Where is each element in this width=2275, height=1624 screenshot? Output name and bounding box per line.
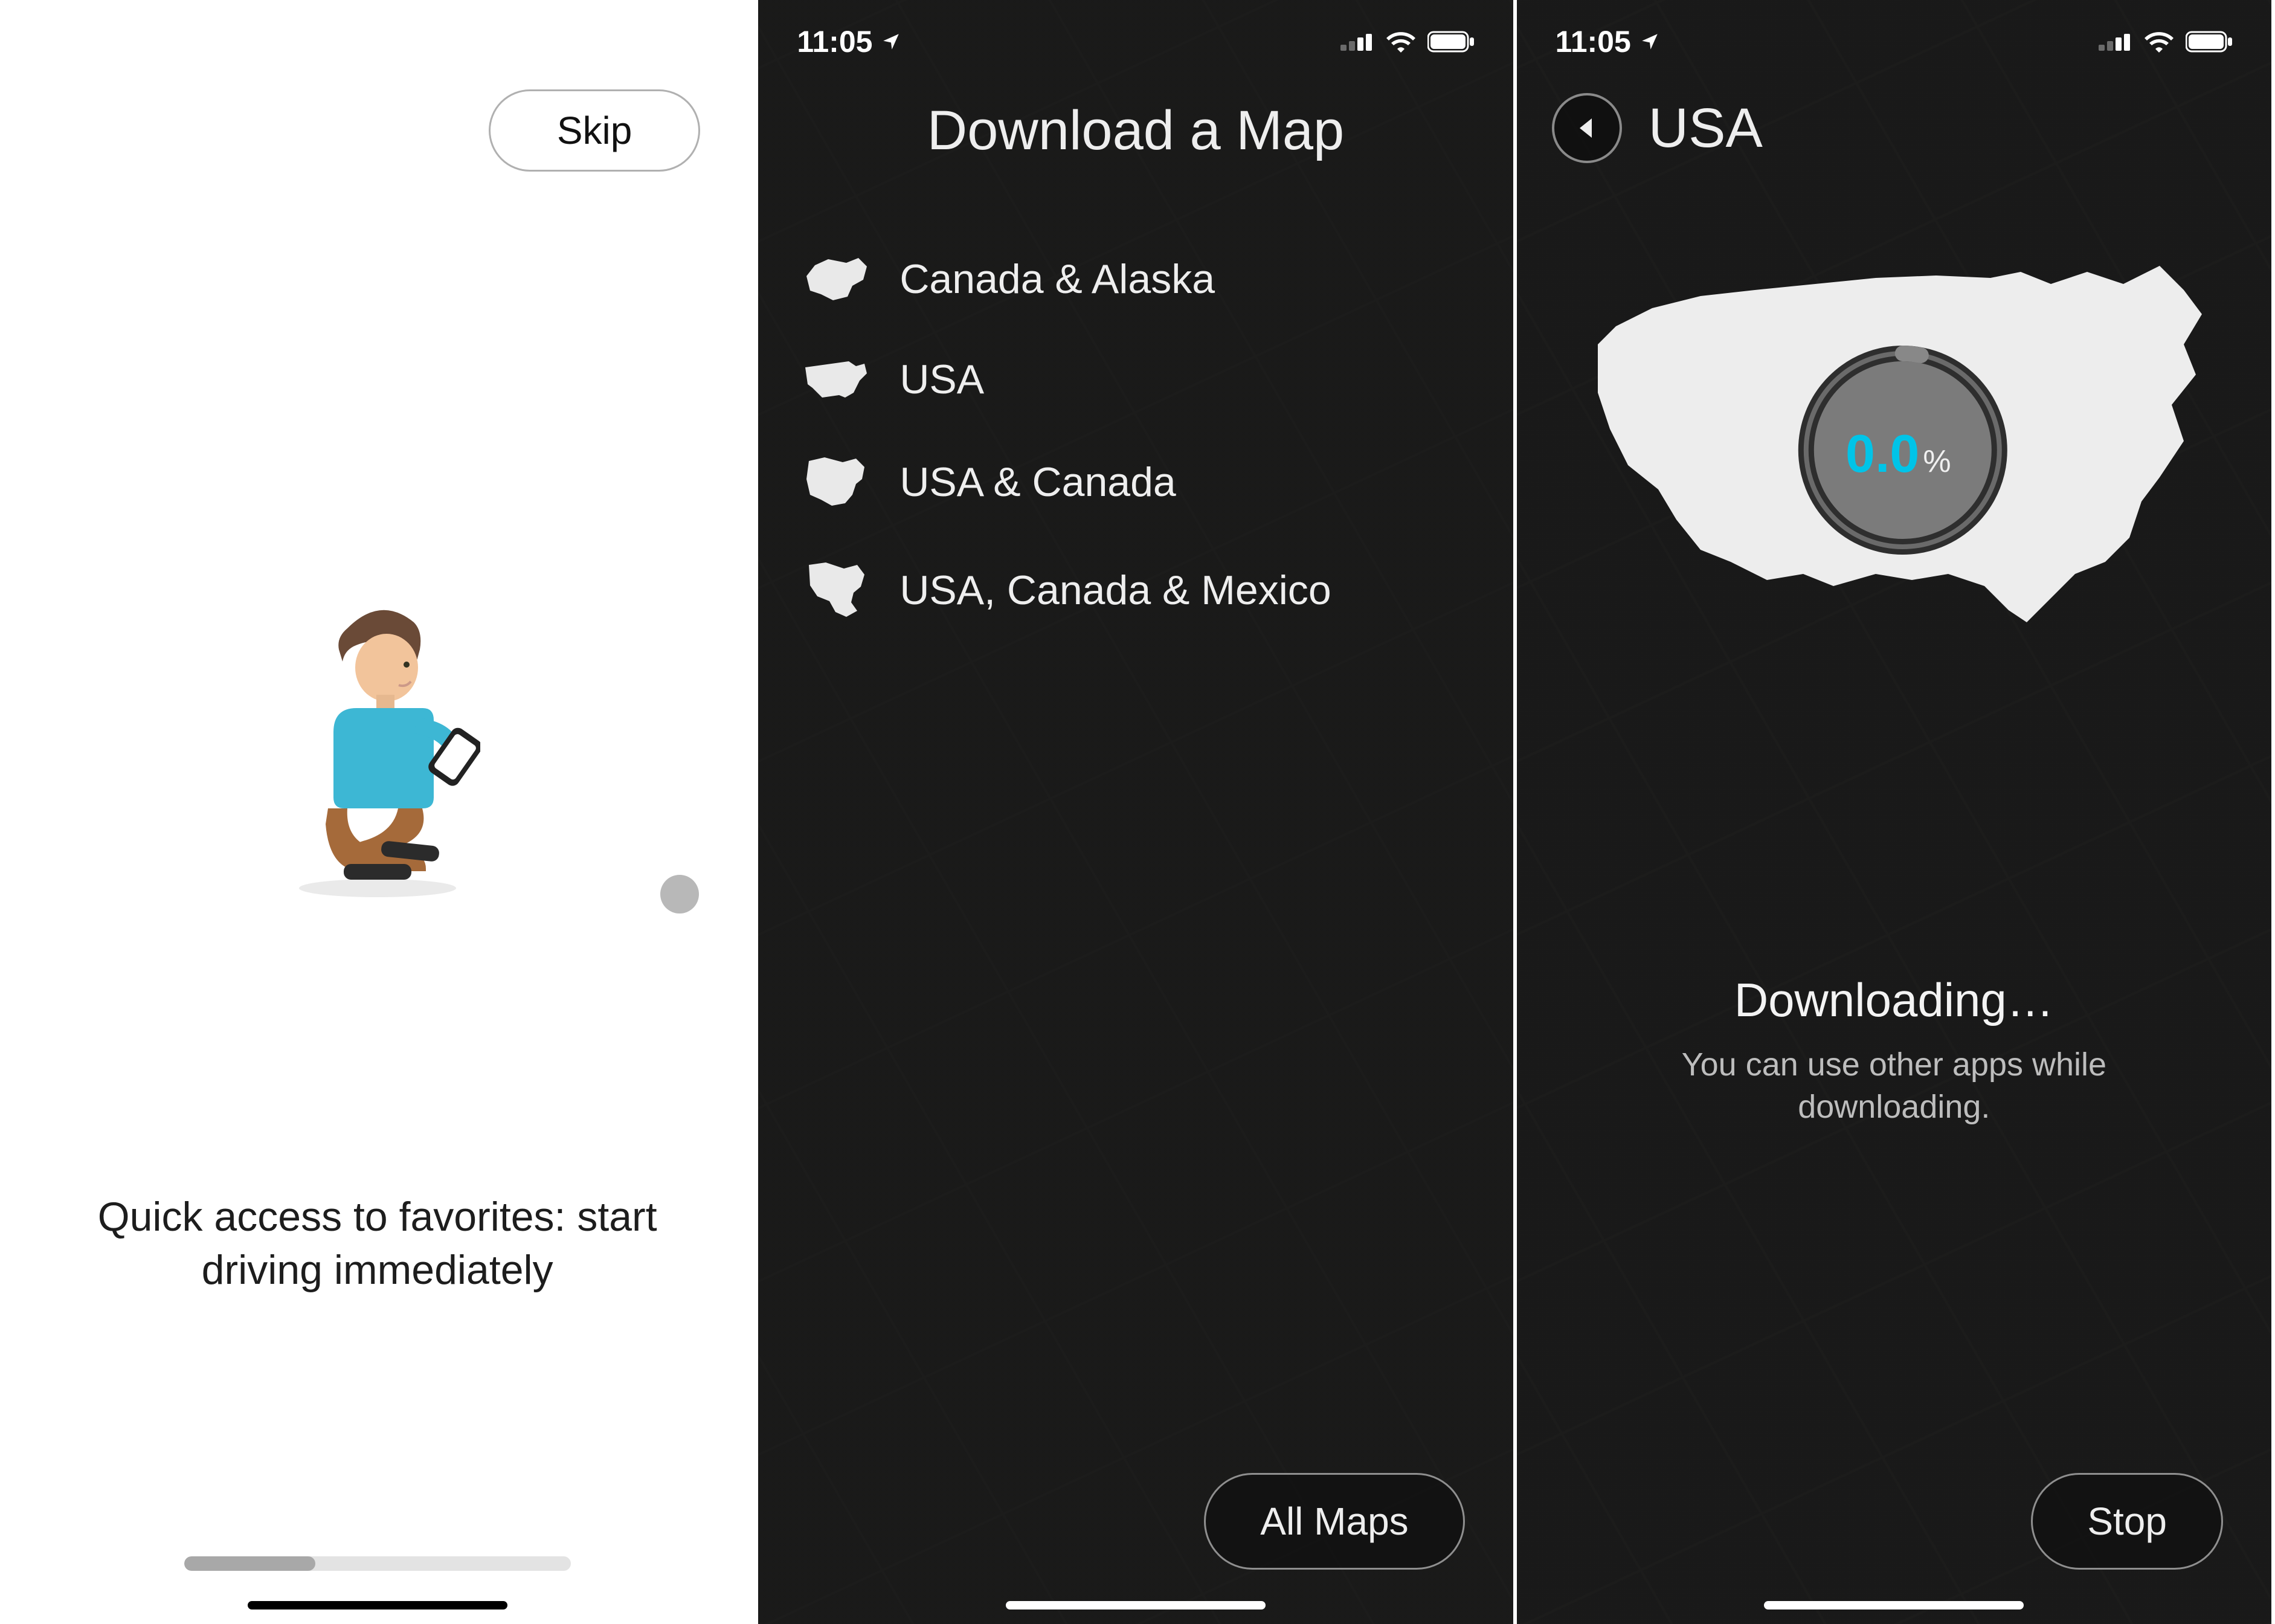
home-indicator [248,1601,507,1610]
battery-icon [2186,30,2233,53]
wifi-icon [1386,31,1415,53]
map-shape-icon [803,359,869,400]
wifi-icon [2145,31,2174,53]
usa-map-progress: 0.0% [1562,236,2226,649]
map-shape-icon [803,561,869,619]
cellular-icon [2099,31,2132,52]
person-phone-illustration [275,604,480,882]
download-map-screen: 11:05 Download a Map [758,0,1516,1624]
stop-button[interactable]: Stop [2031,1473,2223,1570]
map-shape-icon [803,456,869,508]
back-button[interactable] [1552,93,1622,163]
map-list: Canada & Alaska USA USA & Canada USA, Ca… [758,229,1513,646]
map-shape-icon [803,256,869,303]
cellular-icon [1340,31,1374,52]
progress-percent: 0.0% [1845,423,1951,485]
status-time: 11:05 [1556,24,1631,59]
map-item-label: USA [899,356,984,403]
downloading-screen: 11:05 [1517,0,2275,1624]
map-item-label: Canada & Alaska [899,256,1215,303]
map-item-canada-alaska[interactable]: Canada & Alaska [758,229,1513,329]
status-bar: 11:05 [1517,0,2271,66]
map-item-usa-canada-mexico[interactable]: USA, Canada & Mexico [758,535,1513,646]
status-bar: 11:05 [758,0,1513,66]
page-indicator-dot [660,875,699,914]
home-indicator [1764,1601,2024,1610]
location-icon [881,31,901,52]
screen-title: USA [1649,97,1763,160]
onboarding-progress [184,1556,571,1571]
map-item-usa-canada[interactable]: USA & Canada [758,430,1513,535]
all-maps-button[interactable]: All Maps [1204,1473,1464,1570]
skip-button[interactable]: Skip [489,89,701,172]
map-item-label: USA, Canada & Mexico [899,567,1331,614]
onboarding-illustration [106,604,649,897]
location-icon [1639,31,1660,52]
home-indicator [1006,1601,1266,1610]
screen-title: Download a Map [758,99,1513,163]
downloading-hint: You can use other apps while downloading… [1589,1043,2199,1128]
battery-icon [1427,30,1475,53]
status-time: 11:05 [797,24,872,59]
map-item-usa[interactable]: USA [758,329,1513,430]
downloading-label: Downloading… [1589,973,2199,1028]
onboarding-screen: Skip [0,0,758,1624]
back-arrow-icon [1572,114,1601,143]
onboarding-caption: Quick access to favorites: start driving… [0,1190,755,1297]
map-item-label: USA & Canada [899,459,1176,506]
